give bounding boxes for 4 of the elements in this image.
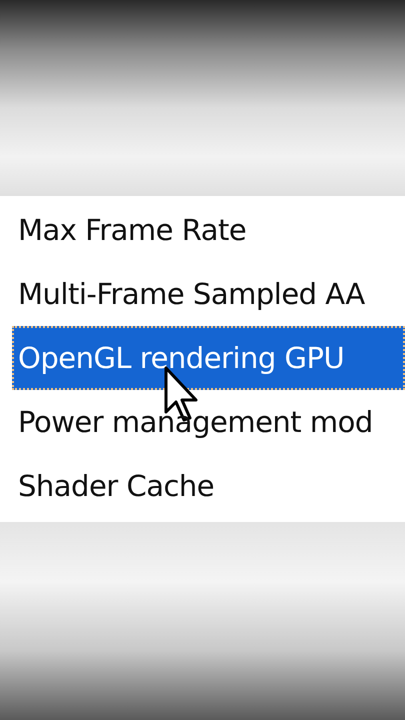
list-item[interactable]: Multi-Frame Sampled AA [12,262,405,326]
list-item[interactable]: Shader Cache [12,454,405,518]
list-item[interactable]: Power management mod [12,390,405,454]
list-item[interactable]: Max Frame Rate [12,198,405,262]
